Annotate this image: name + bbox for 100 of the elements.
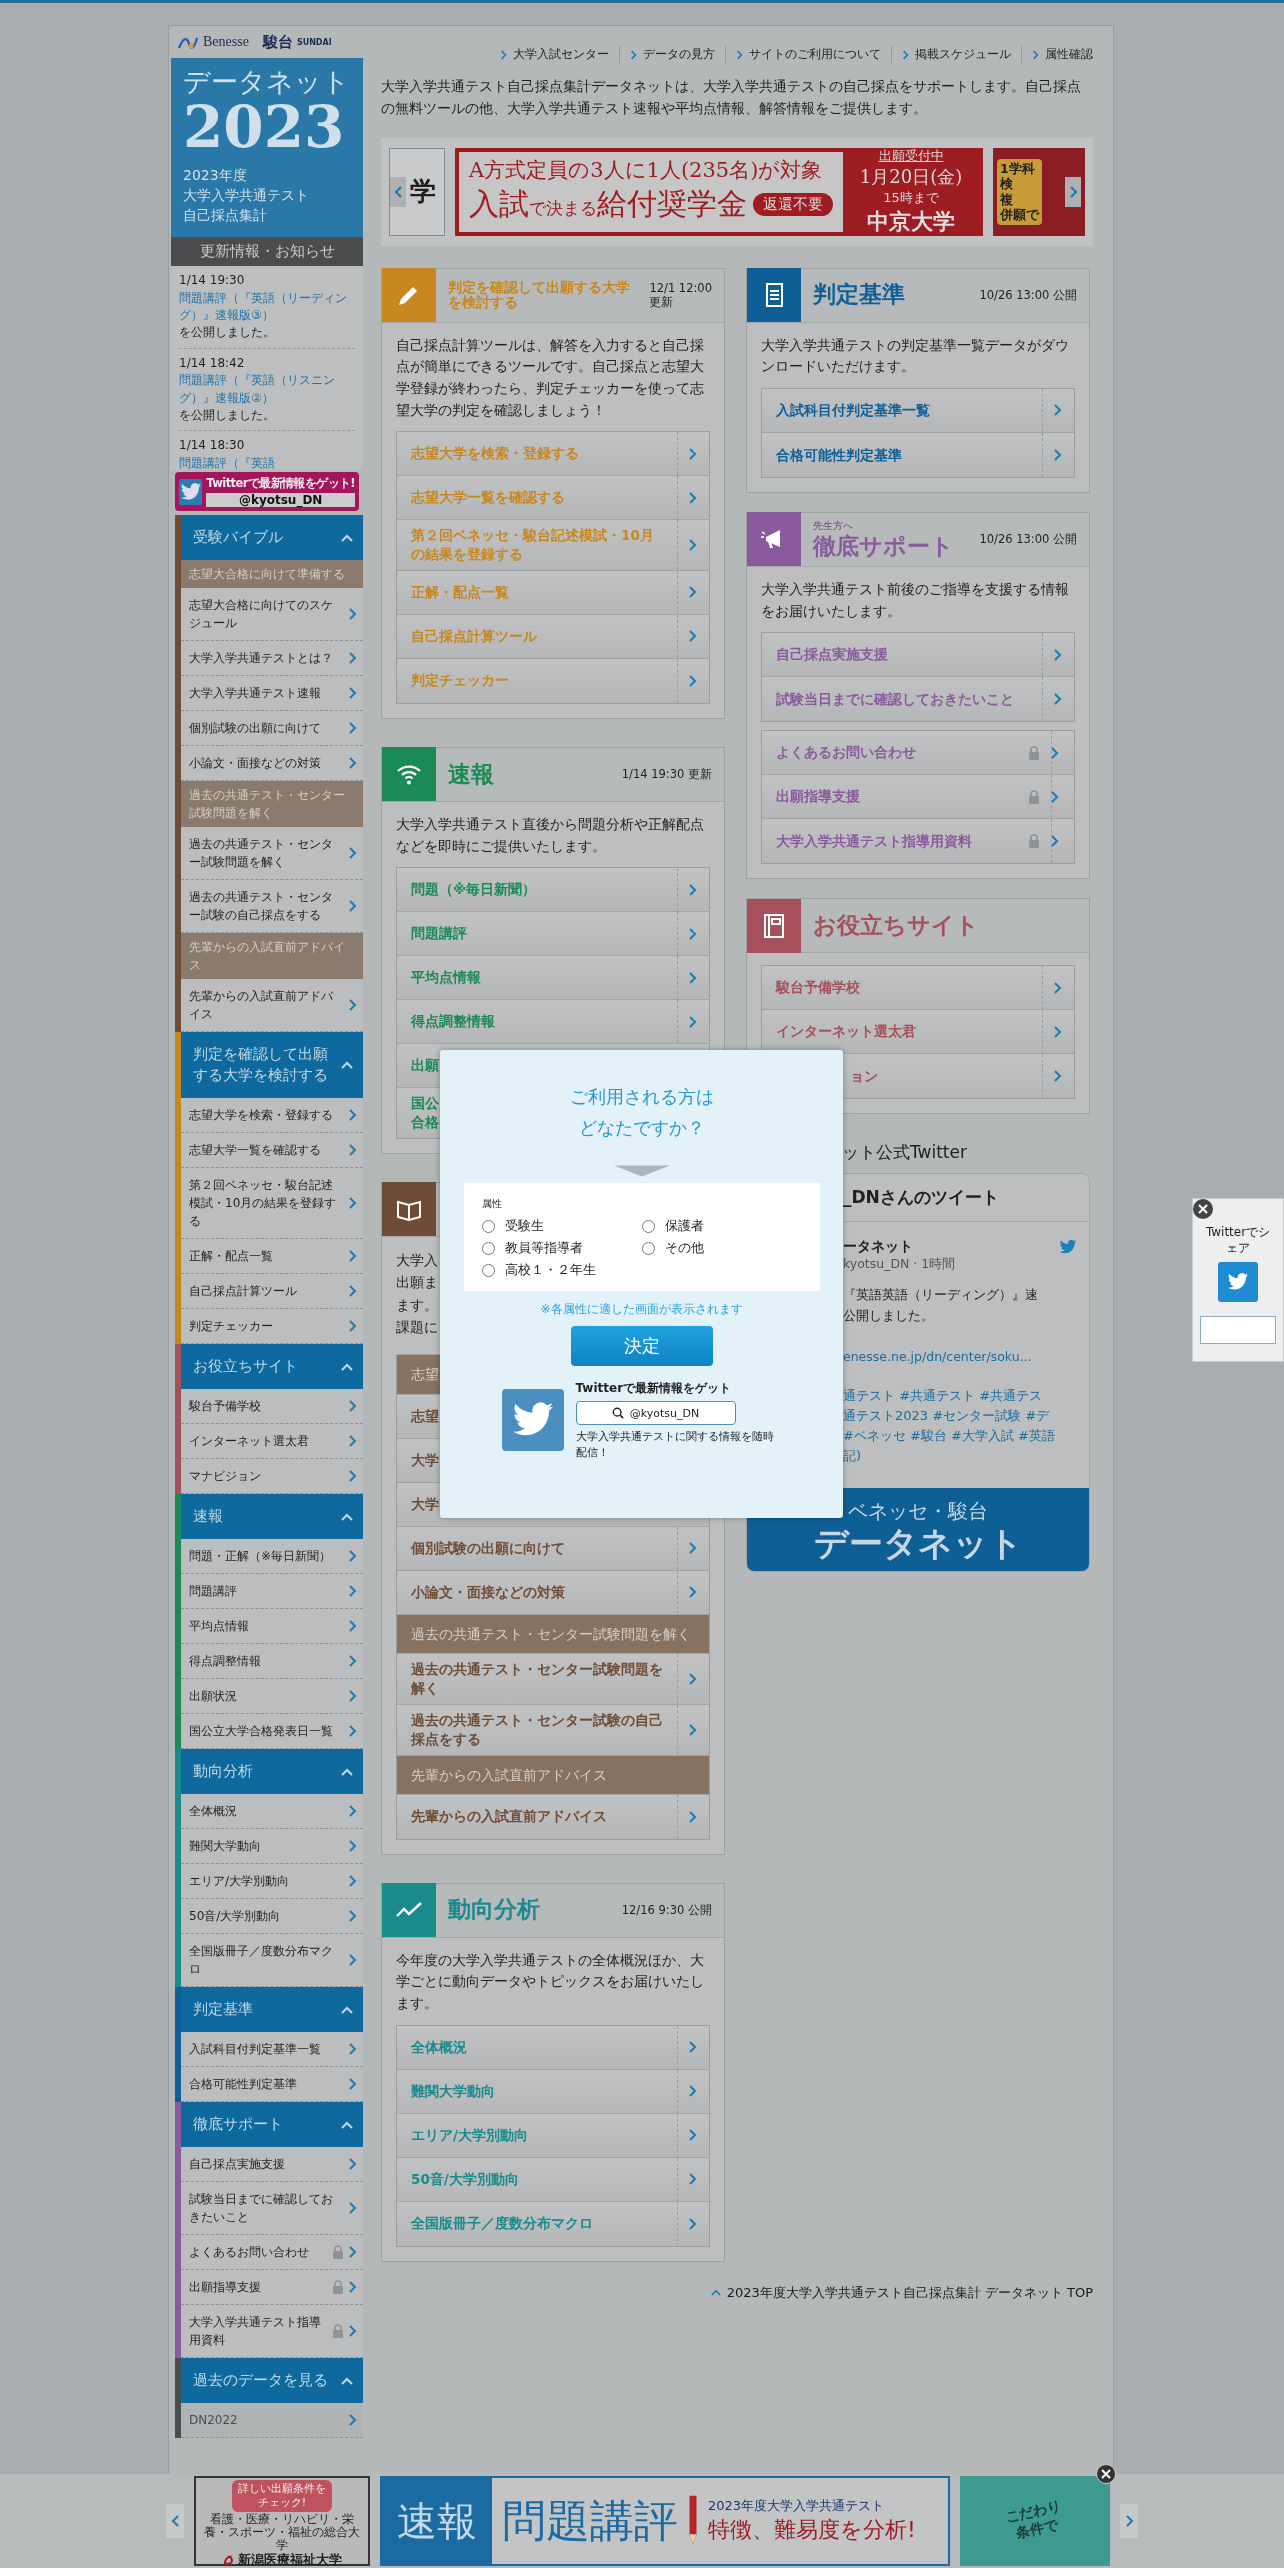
menu-link[interactable]: 過去の共通テスト・センター試験の自己採点をする [397, 1704, 709, 1756]
sidebar-link[interactable]: エリア/大学別動向 [181, 1864, 363, 1900]
sidebar-link[interactable]: 過去の共通テスト・センター試験問題を解く [181, 827, 363, 881]
sidebar-link[interactable]: 50音/大学別動向 [181, 1899, 363, 1935]
news-item: 1/14 18:42 問題講評（『英語（リスニング）』速報版②） を公開しました。 [179, 348, 355, 432]
nav-link[interactable]: サイトのご利用について [726, 46, 892, 63]
share-label: Twitterでシェア [1205, 1225, 1271, 1257]
sidebar-link[interactable]: 自己採点計算ツール [181, 1274, 363, 1310]
sidebar-link[interactable]: 平均点情報 [181, 1609, 363, 1645]
chevron-right-icon [348, 2202, 357, 2215]
menu-link[interactable]: 小論文・面接などの対策 [397, 1570, 709, 1615]
card-title: 動向分析 [448, 1896, 541, 1925]
section-toggle[interactable]: 過去のデータを見る [181, 2358, 363, 2404]
sidebar-link[interactable]: 大学入学共通テストとは？ [181, 641, 363, 677]
datanet-banner[interactable]: ベネッセ・駿台 データネット [747, 1488, 1089, 1571]
banner-slide[interactable]: 1学科 検 複 併願で [993, 147, 1085, 236]
radio-option[interactable]: その他 [641, 1239, 802, 1258]
section-toggle[interactable]: 判定基準 [181, 1987, 363, 2033]
menu-link[interactable]: 先輩からの入試直前アドバイス [397, 1794, 709, 1839]
chevron-right-icon [348, 1144, 357, 1157]
nav-link[interactable]: 属性確認 [1022, 46, 1093, 63]
sidebar-link[interactable]: 全体概況 [181, 1794, 363, 1830]
sidebar-link[interactable]: 合格可能性判定基準 [181, 2067, 363, 2103]
nav-link[interactable]: データの見方 [620, 46, 726, 63]
sidebar-link[interactable]: 正解・配点一覧 [181, 1239, 363, 1275]
sidebar-link[interactable]: よくあるお問い合わせ [181, 2235, 363, 2271]
radio-button[interactable] [481, 1219, 495, 1233]
section-toggle[interactable]: 速報 [181, 1494, 363, 1540]
sidebar-link[interactable]: 大学入学共通テスト指導用資料 [181, 2305, 363, 2359]
author-name: ータネット [843, 1238, 914, 1257]
ad-banner[interactable]: こだわり条件で [960, 2476, 1110, 2566]
handle-field[interactable]: @kyotsu_DN [575, 1401, 736, 1426]
radio-option[interactable]: 教員等指導者 [481, 1239, 642, 1258]
radio-option[interactable]: 高校１・２年生 [481, 1261, 642, 1280]
chevron-right-icon [348, 2043, 357, 2056]
chevron-right-icon [688, 1542, 697, 1555]
ad-banner[interactable]: 詳しい出願条件をチェック! 看護・医療・リハビリ・栄養・スポーツ・福祉の総合大学 新潟医療福祉大学 [194, 2476, 370, 2566]
tweet-text: 『英語英語（リーディング）』速 [843, 1286, 1038, 1305]
sidebar-link[interactable]: 自己採点実施支援 [181, 2147, 363, 2183]
radio-button[interactable] [641, 1219, 655, 1233]
sidebar-link[interactable]: 入試科目付判定基準一覧 [181, 2032, 363, 2068]
sidebar-link[interactable]: 駿台予備学校 [181, 1389, 363, 1425]
nav-link[interactable]: 大学入試センター [490, 46, 620, 63]
radio-option[interactable]: 受験生 [481, 1217, 642, 1236]
sidebar-link[interactable]: DN2022 [181, 2403, 363, 2439]
twitter-banner[interactable]: Twitterで最新情報をゲット! @kyotsu_DN [175, 472, 359, 512]
sidebar-link[interactable]: 出願指導支援 [181, 2270, 363, 2306]
radio-button[interactable] [481, 1263, 495, 1277]
section-toggle[interactable]: 受験バイブル [181, 515, 363, 561]
menu-link[interactable]: 過去の共通テスト・センター試験問題を解く [397, 1653, 709, 1705]
sidebar-link[interactable]: 試験当日までに確認しておきたいこと [181, 2182, 363, 2236]
nav-link[interactable]: 掲載スケジュール [892, 46, 1022, 63]
sidebar-link[interactable]: 国公立大学合格発表日一覧 [181, 1714, 363, 1750]
sidebar-link[interactable]: 志望大合格に向けてのスケジュール [181, 588, 363, 642]
sidebar-link[interactable]: 志望大学一覧を確認する [181, 1133, 363, 1169]
sidebar-link[interactable]: 判定チェッカー [181, 1309, 363, 1345]
menu-link[interactable]: 個別試験の出願に向けて [397, 1526, 709, 1571]
close-button[interactable] [1193, 1199, 1213, 1219]
page-top-link[interactable]: 2023年度大学入学共通テスト自己採点集計 データネット TOP [710, 2283, 1093, 2302]
twitter-share-button[interactable] [1218, 1262, 1258, 1303]
section-toggle[interactable]: 判定を確認して出願する大学を検討する [181, 1032, 363, 1099]
chevron-right-icon [688, 883, 697, 896]
previous-button[interactable] [390, 176, 406, 207]
close-icon [1196, 1202, 1210, 1216]
menu-link[interactable]: 入試科目付判定基準一覧 [762, 388, 1074, 433]
menu-link[interactable]: 合格可能性判定基準 [762, 432, 1074, 477]
radio-button[interactable] [481, 1241, 495, 1255]
sidebar-link[interactable]: 難関大学動向 [181, 1829, 363, 1865]
sidebar-link[interactable]: 小論文・面接などの対策 [181, 746, 363, 782]
sidebar-link[interactable]: 問題講評 [181, 1574, 363, 1610]
sidebar-link[interactable]: マナビジョン [181, 1459, 363, 1495]
chevron-right-icon [688, 630, 697, 643]
submit-button[interactable]: 決定 [570, 1326, 713, 1367]
follow-badge[interactable] [1200, 1316, 1276, 1345]
sidebar-link[interactable]: インターネット選太君 [181, 1424, 363, 1460]
site-title: データネット [183, 66, 351, 99]
next-button[interactable] [1120, 2504, 1138, 2538]
sidebar-link[interactable]: 得点調整情報 [181, 1644, 363, 1680]
sidebar-link[interactable]: 大学入学共通テスト速報 [181, 676, 363, 712]
previous-button[interactable] [166, 2504, 184, 2538]
radio-button[interactable] [641, 1241, 655, 1255]
sidebar-link[interactable]: 問題・正解（※毎日新聞） [181, 1539, 363, 1575]
section-toggle[interactable]: 徹底サポート [181, 2102, 363, 2148]
chevron-right-icon [348, 687, 357, 700]
sidebar-link[interactable]: 志望大学を検索・登録する [181, 1098, 363, 1134]
sidebar-link[interactable]: 第２回ベネッセ・駿台記述模試・10月の結果を登録する [181, 1168, 363, 1240]
section-heading: 過去の共通テスト・センター試験問題を解く [397, 1614, 709, 1654]
sidebar-link[interactable]: 個別試験の出願に向けて [181, 711, 363, 747]
ad-banner[interactable]: 速報 問題講評 2023年度大学入学共通テスト 特徴、難易度を分析! [380, 2476, 950, 2566]
sidebar-link[interactable]: 全国版冊子／度数分布マクロ [181, 1934, 363, 1988]
chevron-right-icon [1050, 790, 1059, 803]
sidebar-link[interactable]: 出願状況 [181, 1679, 363, 1715]
banner-slide[interactable]: 学 [389, 147, 445, 236]
section-toggle[interactable]: 動向分析 [181, 1749, 363, 1795]
sidebar-link[interactable]: 過去の共通テスト・センター試験の自己採点をする [181, 880, 363, 934]
next-button[interactable] [1065, 176, 1081, 207]
badge: 返還不要 [753, 192, 833, 216]
scholarship-banner[interactable]: A方式定員の3人に1人(235名)が対象 入試で決まる給付奨学金 返還不要 出願受付中 1月20日(金) 15時まで 中京大学 [455, 147, 983, 236]
sidebar-link[interactable]: 先輩からの入試直前アドバイス [181, 979, 363, 1033]
section-toggle[interactable]: お役立ちサイト [181, 1344, 363, 1390]
